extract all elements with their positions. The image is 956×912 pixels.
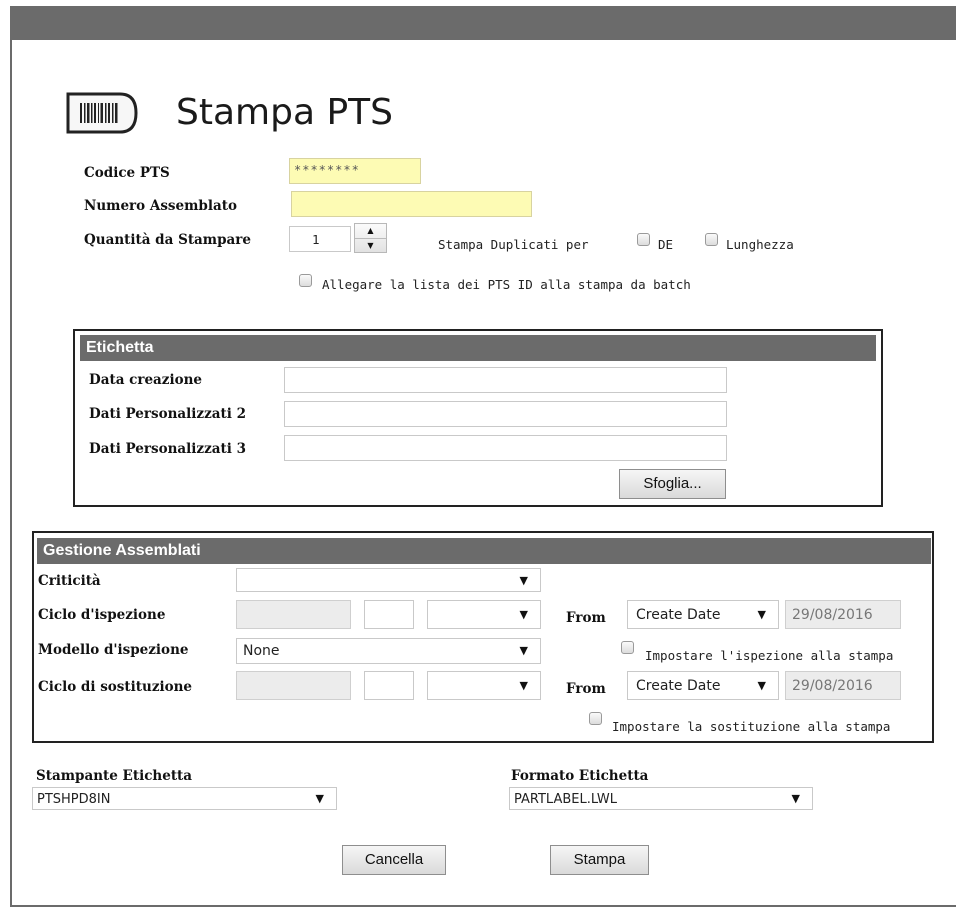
quantita-input[interactable]: 1 xyxy=(289,226,351,252)
lunghezza-checkbox[interactable] xyxy=(705,233,718,246)
data-creazione-label: Data creazione xyxy=(89,372,203,388)
sfoglia-button[interactable]: Sfoglia... xyxy=(619,469,726,499)
from-ispezione-select[interactable]: Create Date ▼ xyxy=(627,600,779,629)
date-ispezione-input[interactable]: 29/08/2016 xyxy=(785,600,901,629)
allegare-label: Allegare la lista dei PTS ID alla stampa… xyxy=(322,277,691,292)
codice-pts-input[interactable]: ******** xyxy=(289,158,421,184)
ciclo-sostituzione-unit-select[interactable]: ▼ xyxy=(427,671,541,700)
date-sostituzione-input[interactable]: 29/08/2016 xyxy=(785,671,901,700)
ciclo-sostituzione-label: Ciclo di sostituzione xyxy=(38,679,193,695)
dati-personalizzati-2-input[interactable] xyxy=(284,401,727,427)
cancella-button[interactable]: Cancella xyxy=(342,845,446,875)
data-creazione-input[interactable] xyxy=(284,367,727,393)
page-title: Stampa PTS xyxy=(176,92,394,133)
de-label: DE xyxy=(658,237,674,252)
from-label-sostituzione: From xyxy=(566,681,606,697)
numero-assemblato-input[interactable] xyxy=(291,191,532,217)
spin-up-icon[interactable]: ▲ xyxy=(355,224,386,239)
ciclo-ispezione-number[interactable] xyxy=(364,600,414,629)
codice-pts-value: ******** xyxy=(294,163,360,177)
chevron-down-icon: ▼ xyxy=(757,679,766,692)
quantita-label: Quantità da Stampare xyxy=(84,232,251,248)
chevron-down-icon: ▼ xyxy=(519,644,528,657)
top-bar xyxy=(10,6,956,40)
chevron-down-icon: ▼ xyxy=(519,574,528,587)
dati-personalizzati-3-label: Dati Personalizzati 3 xyxy=(89,441,246,457)
spin-down-icon[interactable]: ▼ xyxy=(355,239,386,252)
gestione-assemblati-panel: Gestione Assemblati xyxy=(32,531,934,743)
ciclo-sostituzione-input[interactable] xyxy=(236,671,351,700)
stampa-duplicati-label: Stampa Duplicati per xyxy=(438,237,589,252)
gestione-assemblati-header: Gestione Assemblati xyxy=(37,538,931,564)
ciclo-ispezione-unit-select[interactable]: ▼ xyxy=(427,600,541,629)
formato-etichetta-select[interactable]: PARTLABEL.LWL ▼ xyxy=(509,787,813,810)
quantita-spinner[interactable]: ▲ ▼ xyxy=(354,223,387,253)
from-sostituzione-select[interactable]: Create Date ▼ xyxy=(627,671,779,700)
codice-pts-label: Codice PTS xyxy=(84,165,170,181)
impostare-sostituzione-checkbox[interactable] xyxy=(589,712,602,725)
allegare-checkbox[interactable] xyxy=(299,274,312,287)
chevron-down-icon: ▼ xyxy=(791,792,800,805)
dati-personalizzati-3-input[interactable] xyxy=(284,435,727,461)
dati-personalizzati-2-label: Dati Personalizzati 2 xyxy=(89,406,246,422)
ciclo-ispezione-label: Ciclo d'ispezione xyxy=(38,607,166,623)
chevron-down-icon: ▼ xyxy=(519,679,528,692)
lunghezza-label: Lunghezza xyxy=(726,237,794,252)
modello-ispezione-label: Modello d'ispezione xyxy=(38,642,189,658)
from-label-ispezione: From xyxy=(566,610,606,626)
chevron-down-icon: ▼ xyxy=(315,792,324,805)
ciclo-sostituzione-number[interactable] xyxy=(364,671,414,700)
impostare-ispezione-label: Impostare l'ispezione alla stampa xyxy=(645,648,894,663)
de-checkbox[interactable] xyxy=(637,233,650,246)
impostare-ispezione-checkbox[interactable] xyxy=(621,641,634,654)
chevron-down-icon: ▼ xyxy=(519,608,528,621)
etichetta-header: Etichetta xyxy=(80,335,876,361)
frame-border-bottom xyxy=(10,905,956,907)
numero-assemblato-label: Numero Assemblato xyxy=(84,198,237,214)
barcode-label-icon xyxy=(66,92,138,134)
frame-border-left xyxy=(10,40,12,906)
chevron-down-icon: ▼ xyxy=(757,608,766,621)
criticita-label: Criticità xyxy=(38,573,101,589)
criticita-select[interactable]: ▼ xyxy=(236,568,541,592)
stampante-etichetta-select[interactable]: PTSHPD8IN ▼ xyxy=(32,787,337,810)
impostare-sostituzione-label: Impostare la sostituzione alla stampa xyxy=(612,719,891,734)
stampante-etichetta-label: Stampante Etichetta xyxy=(36,768,193,784)
formato-etichetta-label: Formato Etichetta xyxy=(511,768,649,784)
modello-ispezione-select[interactable]: None ▼ xyxy=(236,638,541,664)
ciclo-ispezione-input[interactable] xyxy=(236,600,351,629)
stampa-button[interactable]: Stampa xyxy=(550,845,649,875)
